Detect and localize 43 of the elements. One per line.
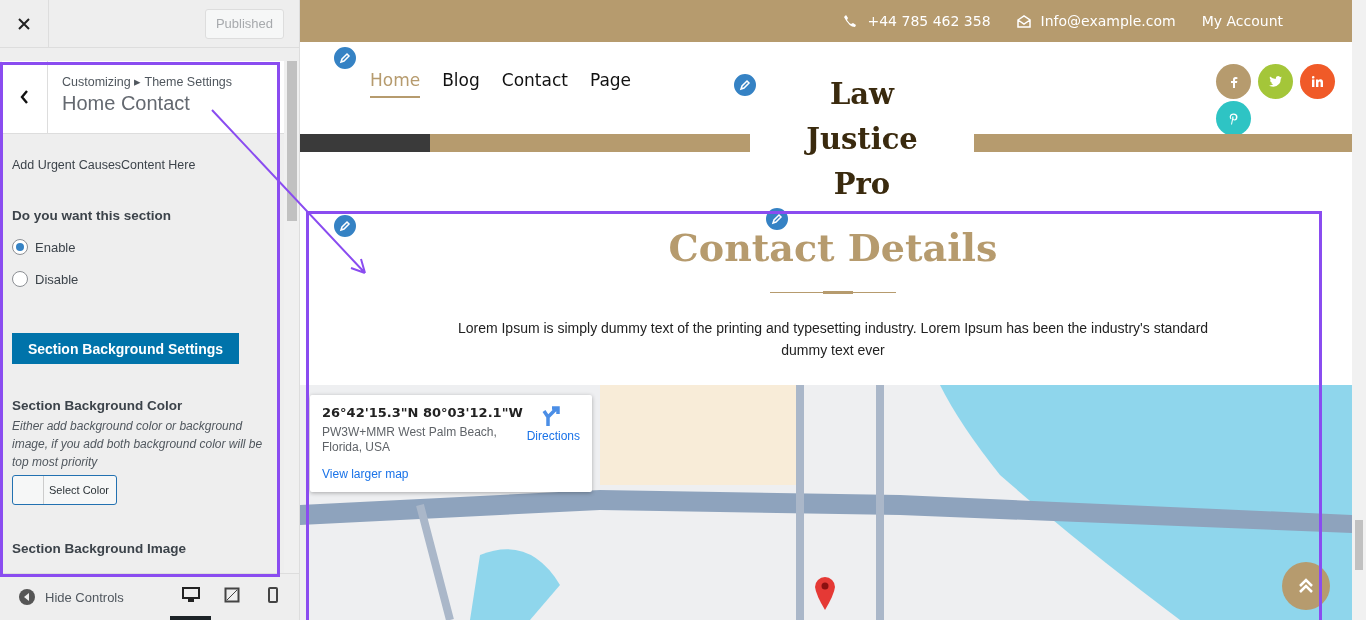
site-logo-text[interactable]: Law Justice Pro [797, 72, 927, 207]
double-chevron-up-icon [1299, 578, 1313, 594]
breadcrumb: Customizing ▸ Theme Settings [62, 74, 233, 89]
nav-link[interactable]: Page [589, 70, 632, 98]
phone-number: +44 785 462 358 [843, 13, 991, 29]
section-text: Lorem Ipsum is simply dummy text of the printing and typesetting industry. Lorem Ipsum has been the industry's standard dummy text ever [456, 319, 1210, 360]
section-question: Do you want this section [12, 208, 172, 223]
mobile-icon [267, 587, 278, 603]
radio-label: Disable [35, 271, 79, 287]
facebook-icon[interactable] [1216, 64, 1251, 99]
close-icon[interactable] [18, 17, 30, 30]
radio-button[interactable] [12, 239, 28, 255]
section-heading: Contact Details [668, 226, 998, 270]
nav-link[interactable]: Contact [501, 70, 568, 98]
radio-label: Enable [35, 239, 76, 255]
radio-option[interactable]: Enable [12, 231, 274, 263]
map-address: PW3W+MMR West Palm Beach, Florida, USA [322, 425, 498, 455]
field-label: Section Background Image [12, 541, 188, 556]
hide-controls-button[interactable]: Hide Controls [13, 588, 130, 606]
back-icon[interactable] [20, 90, 29, 104]
edit-pencil-icon[interactable] [332, 213, 358, 239]
scrollbar[interactable] [1352, 0, 1366, 620]
edit-pencil-icon[interactable] [732, 72, 758, 98]
nav-link[interactable]: Blog [442, 70, 480, 98]
section-description: Add Urgent CausesContent Here [12, 158, 197, 172]
view-larger-map-link[interactable]: View larger map [322, 467, 523, 481]
field-label: Section Background Color [12, 398, 184, 413]
directions-link[interactable]: Directions [526, 405, 580, 482]
map-pin-icon [814, 575, 836, 611]
map-coordinates: 26°42'15.3"N 80°03'12.1"W [322, 405, 523, 420]
linkedin-icon[interactable] [1300, 64, 1335, 99]
color-picker-button[interactable]: Select Color [12, 475, 117, 505]
envelope-icon [1016, 14, 1031, 28]
tablet-icon [223, 587, 240, 603]
phone-icon [843, 14, 858, 28]
panel-title: Home Contact [62, 92, 191, 115]
background-settings-button[interactable]: Section Background Settings [12, 333, 239, 364]
radio-button[interactable] [12, 271, 28, 287]
radio-option[interactable]: Disable [12, 263, 274, 295]
desktop-icon [181, 587, 200, 603]
pinterest-icon[interactable] [1216, 101, 1251, 136]
edit-pencil-icon[interactable] [332, 45, 358, 71]
field-hint: Either add background color or background image, if you add both background color will be top most priority [12, 418, 264, 471]
